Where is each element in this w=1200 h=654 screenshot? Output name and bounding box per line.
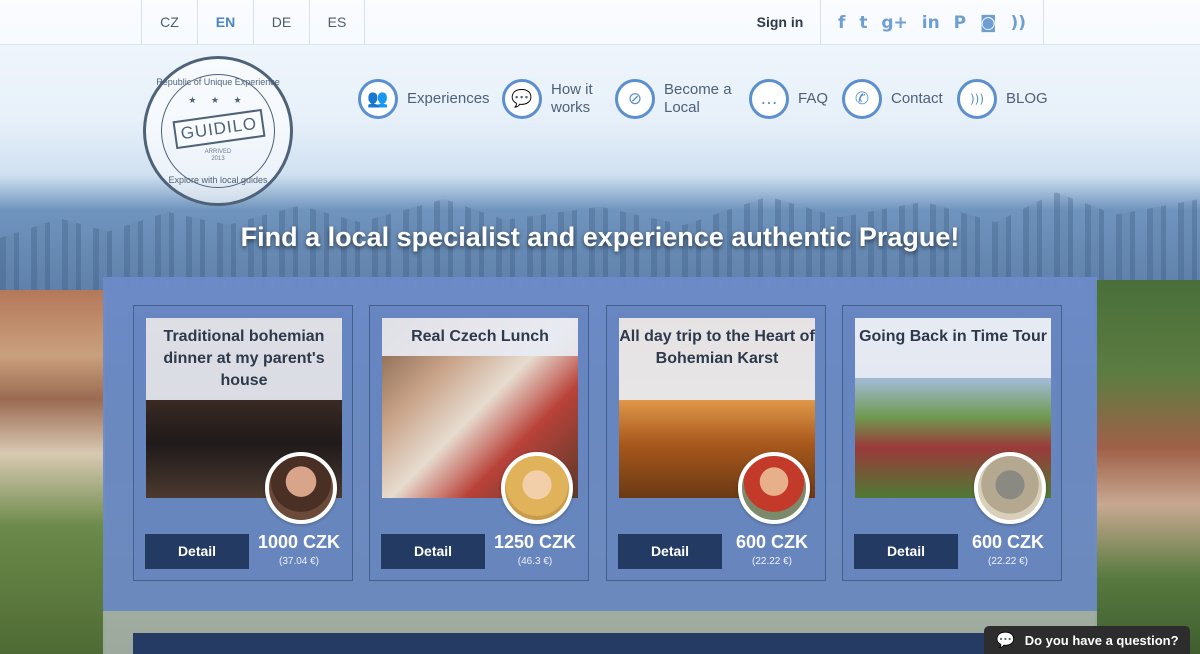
nav-become-a-local[interactable]: ⊘ Become a Local (615, 78, 734, 120)
sign-in-link[interactable]: Sign in (740, 0, 820, 45)
logo-ring-text-bottom: Explore with local guides (168, 175, 268, 185)
price-czk: 1000 CZK (257, 532, 341, 552)
nav-experiences[interactable]: 👥 Experiences (358, 78, 490, 120)
nav-contact-label: Contact (891, 90, 943, 107)
language-es[interactable]: ES (309, 0, 365, 45)
city-right-background (1095, 280, 1200, 654)
language-cz[interactable]: CZ (141, 0, 197, 45)
facebook-icon[interactable]: f (838, 13, 845, 33)
logo-stars: ★ ★ ★ (188, 95, 248, 105)
social-links: f t g+ in P ◙ )) (820, 0, 1044, 45)
chat-label: Do you have a question? (1024, 632, 1179, 648)
chat-widget[interactable]: 💬 Do you have a question? (984, 626, 1190, 654)
experience-card[interactable]: Traditional bohemian dinner at my parent… (133, 305, 353, 581)
detail-button[interactable]: Detail (854, 534, 958, 569)
instagram-icon[interactable]: ◙ (980, 13, 997, 33)
panel-lower-strip (103, 611, 1097, 654)
logo-ring-text-top: Republic of Unique Experience (156, 77, 280, 87)
detail-button[interactable]: Detail (618, 534, 722, 569)
twitter-icon[interactable]: t (859, 13, 867, 33)
language-de[interactable]: DE (253, 0, 309, 45)
rss-icon: ))) (957, 79, 997, 119)
detail-button[interactable]: Detail (145, 534, 249, 569)
speech-bubble-icon: 💬 (996, 631, 1015, 649)
guidilo-logo-stamp[interactable]: Republic of Unique Experience ★ ★ ★ GUID… (143, 56, 293, 206)
guide-avatar[interactable] (265, 452, 337, 524)
nav-faq[interactable]: … FAQ (749, 78, 828, 120)
experience-title[interactable]: Traditional bohemian dinner at my parent… (146, 318, 342, 400)
price-czk: 600 CZK (735, 532, 809, 552)
nav-blog[interactable]: ))) BLOG (957, 78, 1048, 120)
top-bar: CZ EN DE ES Sign in f t g+ in P ◙ )) (0, 0, 1200, 45)
nav-faq-label: FAQ (798, 90, 829, 107)
pinterest-icon[interactable]: P (954, 13, 966, 33)
experience-title[interactable]: All day trip to the Heart of Bohemian Ka… (619, 318, 815, 400)
logo-arrived-year: 2013 (211, 156, 225, 162)
hero-headline: Find a local specialist and experience a… (240, 222, 960, 252)
rss-icon[interactable]: )) (1010, 13, 1026, 33)
google-plus-icon[interactable]: g+ (881, 13, 907, 33)
experience-title[interactable]: Going Back in Time Tour (855, 318, 1051, 378)
language-en[interactable]: EN (197, 0, 253, 45)
experience-card[interactable]: Going Back in Time Tour Detail 600 CZK (… (842, 305, 1062, 581)
faq-bubbles-icon: … (749, 79, 789, 119)
phone-icon: ✆ (842, 79, 882, 119)
guide-avatar[interactable] (974, 452, 1046, 524)
nav-blog-label: BLOG (1006, 90, 1048, 107)
guide-avatar[interactable] (738, 452, 810, 524)
price-eur: (37.04 €) (278, 556, 320, 567)
logo-arrived-label: ARRIVED (204, 149, 232, 155)
city-left-background (0, 290, 105, 654)
chat-bubble-icon: 💬 (502, 79, 542, 119)
compass-icon: ⊘ (615, 79, 655, 119)
nav-become-a-local-label: Become a Local (664, 81, 732, 116)
logo-arrived: ARRIVED 2013 (146, 149, 290, 163)
linkedin-icon[interactable]: in (922, 13, 940, 33)
nav-how-it-works-label: How it works (551, 81, 593, 116)
price-eur: (46.3 €) (517, 556, 553, 567)
people-icon: 👥 (358, 79, 398, 119)
detail-button[interactable]: Detail (381, 534, 485, 569)
nav-how-it-works[interactable]: 💬 How it works (502, 78, 597, 120)
experience-card[interactable]: All day trip to the Heart of Bohemian Ka… (606, 305, 826, 581)
price-eur: (22.22 €) (751, 556, 793, 567)
nav-contact[interactable]: ✆ Contact (842, 78, 943, 120)
guide-avatar[interactable] (501, 452, 573, 524)
lower-dark-bar (133, 633, 1067, 654)
nav-experiences-label: Experiences (407, 90, 490, 107)
experience-title[interactable]: Real Czech Lunch (382, 318, 578, 356)
price-eur: (22.22 €) (987, 556, 1029, 567)
price-czk: 600 CZK (971, 532, 1045, 552)
price-czk: 1250 CZK (493, 532, 577, 552)
experience-card[interactable]: Real Czech Lunch Detail 1250 CZK (46.3 €… (369, 305, 589, 581)
